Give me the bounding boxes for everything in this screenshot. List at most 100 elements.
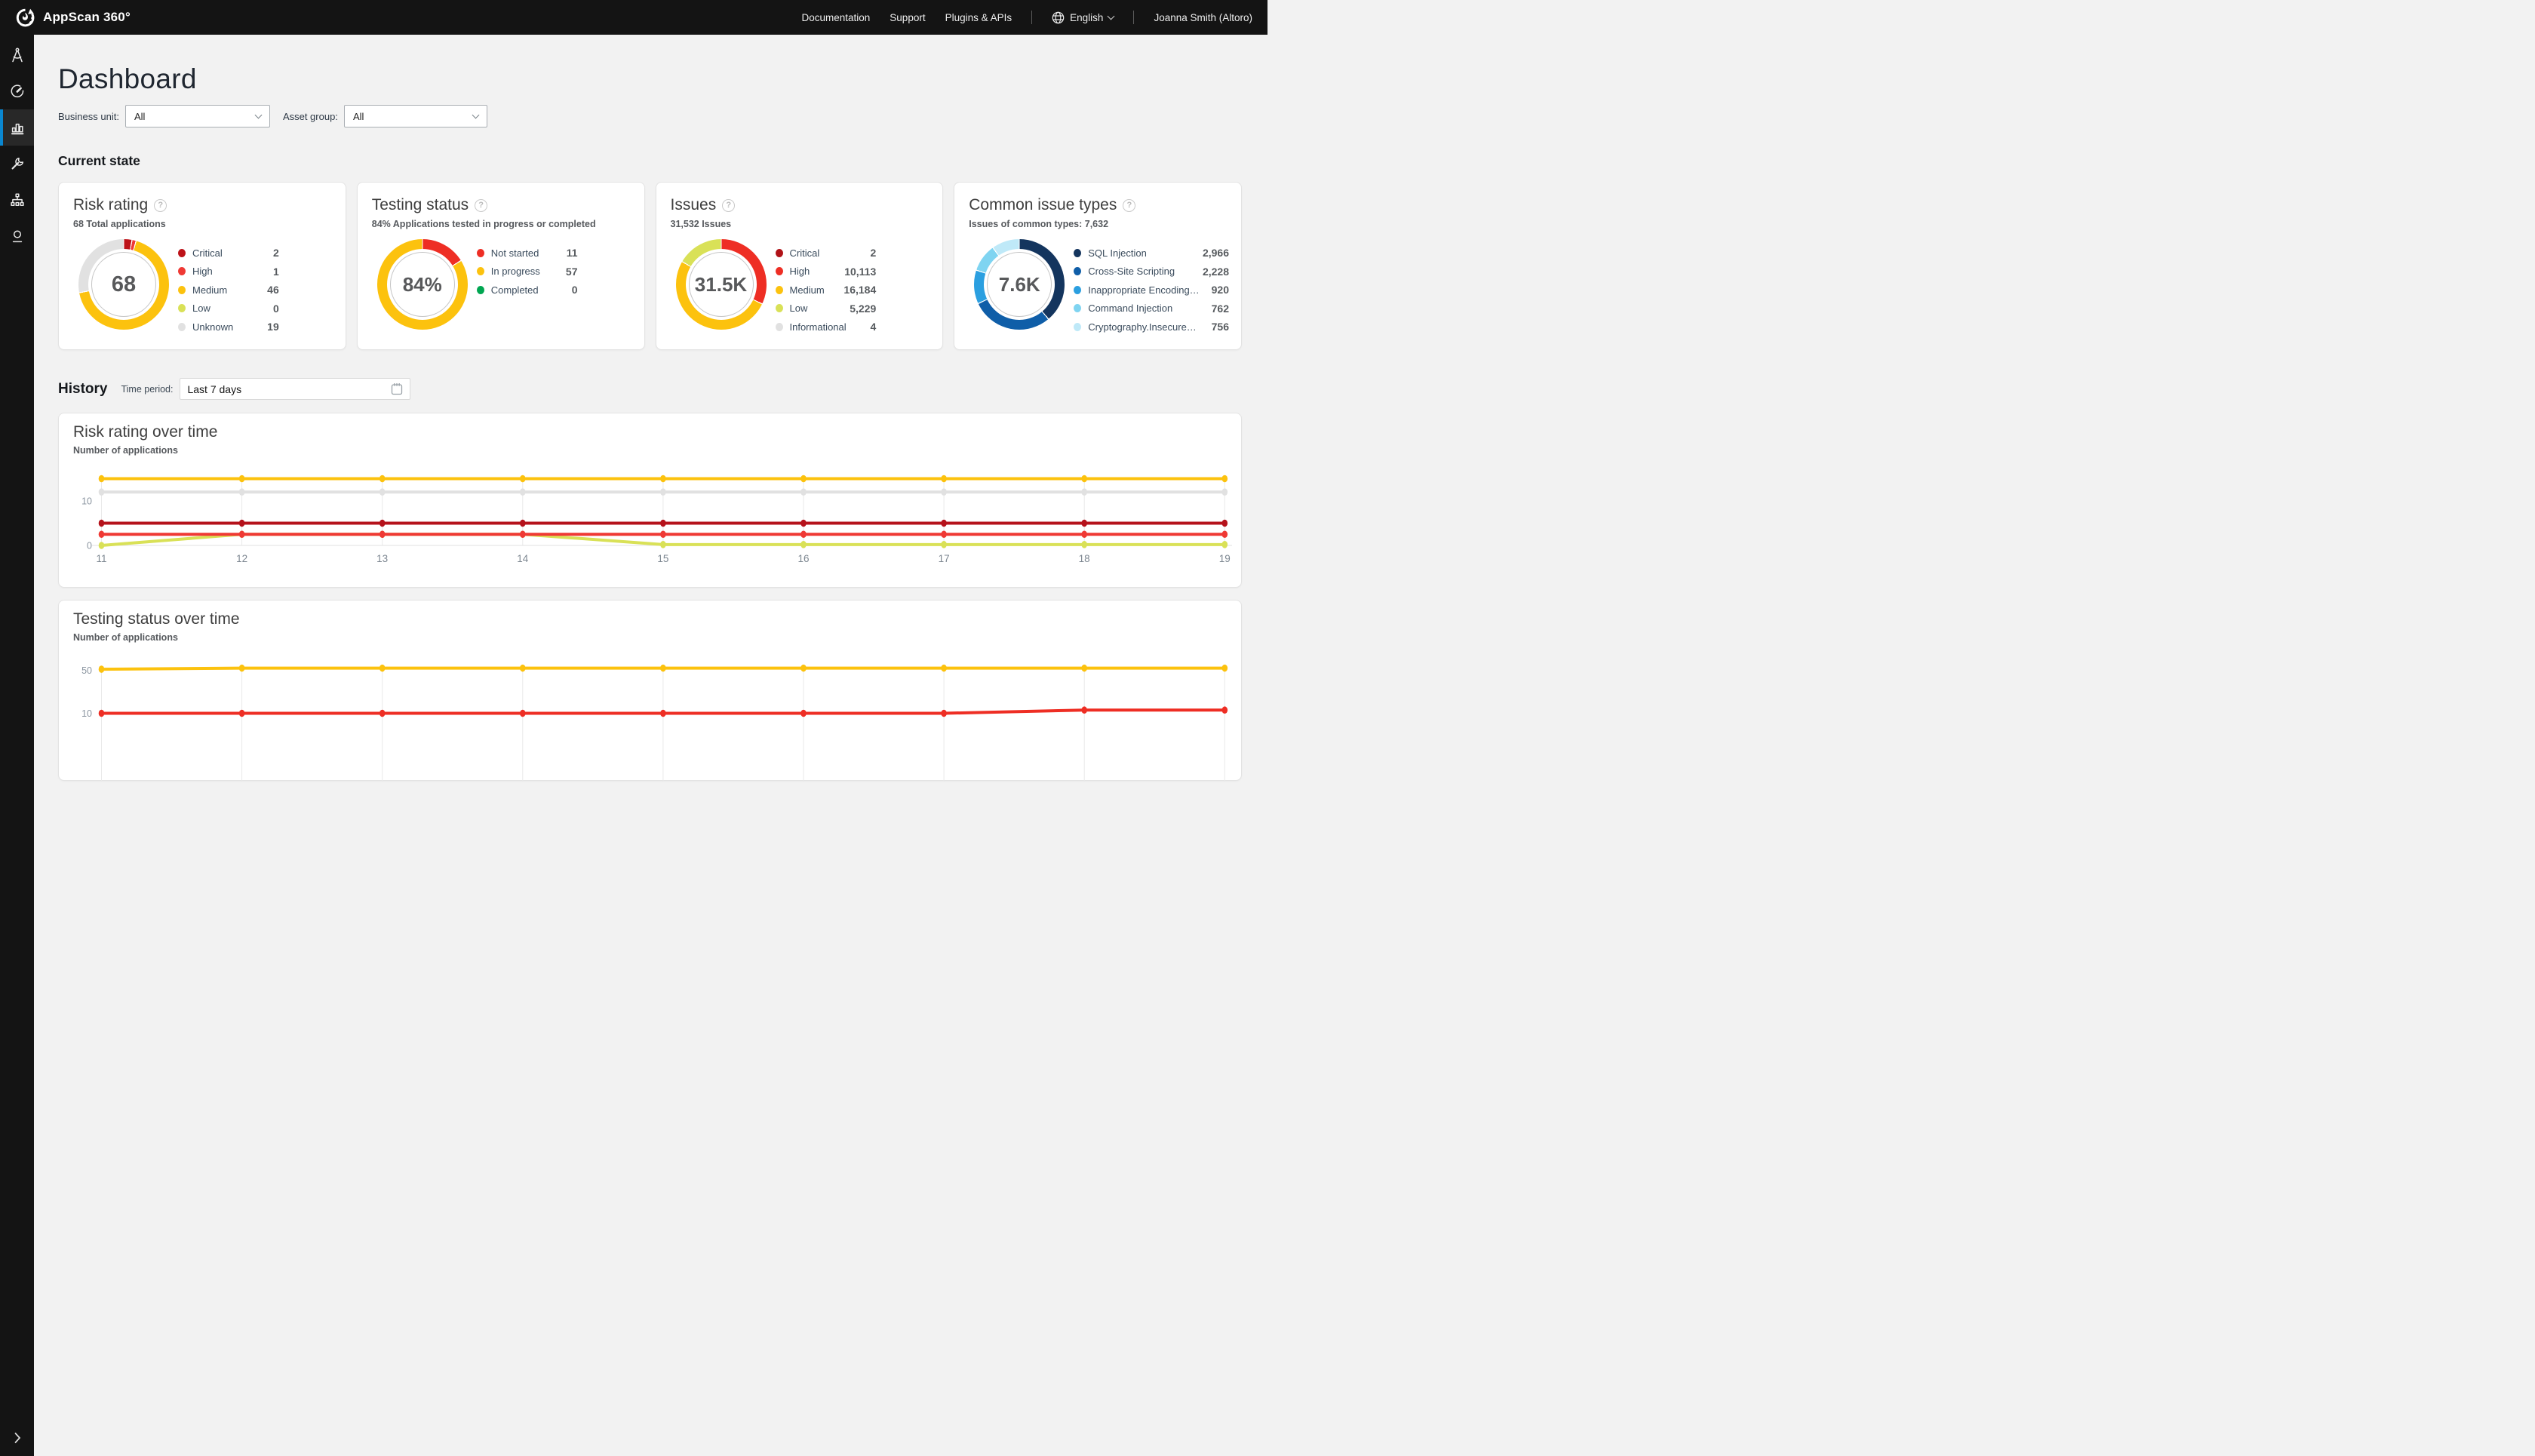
legend-row: Inappropriate Encoding…920 <box>1074 281 1229 299</box>
legend-dot-icon <box>1074 249 1081 257</box>
legend-value: 2,966 <box>1203 247 1229 259</box>
legend-value: 2 <box>870 247 876 259</box>
card-title: Common issue types <box>969 196 1117 214</box>
svg-text:18: 18 <box>1079 553 1090 564</box>
sidebar-item-administration[interactable] <box>0 146 34 182</box>
compass-icon <box>9 47 26 63</box>
testing-status-over-time-card: 1050 Testing status over time Number of … <box>58 600 1242 781</box>
legend-dot-icon <box>1074 286 1081 294</box>
legend-row: Medium46 <box>178 281 279 299</box>
current-state-heading: Current state <box>58 153 1268 169</box>
user-icon <box>9 228 26 244</box>
legend-dot-icon <box>178 323 186 331</box>
legend-value: 11 <box>567 247 578 259</box>
svg-text:50: 50 <box>81 665 92 676</box>
time-period-input[interactable]: Last 7 days <box>180 378 410 400</box>
legend-label: Inappropriate Encoding… <box>1088 284 1205 296</box>
legend-value: 0 <box>572 284 578 296</box>
calendar-icon <box>391 382 403 395</box>
asset-group-select[interactable]: All <box>344 105 487 127</box>
common-issue-types-card: Common issue types ? Issues of common ty… <box>954 182 1242 350</box>
legend-dot-icon <box>776 323 783 331</box>
legend-label: In progress <box>491 266 560 277</box>
legend-dot-icon <box>178 304 186 312</box>
common-issue-types-donut: 7.6K <box>974 239 1065 330</box>
legend-label: Unknown <box>192 321 261 333</box>
help-icon[interactable]: ? <box>475 199 487 212</box>
sidebar-item-scans[interactable] <box>0 73 34 109</box>
sidebar-item-profile[interactable] <box>0 218 34 254</box>
sidebar-item-development[interactable] <box>0 37 34 73</box>
legend-row: Unknown 19 <box>178 318 279 336</box>
time-period-label: Time period: <box>121 384 173 395</box>
sidebar-expand-button[interactable] <box>0 1432 34 1444</box>
risk-rating-over-time-chart: 010111213141516171819 <box>59 413 1241 587</box>
donut-center-value: 7.6K <box>999 273 1040 296</box>
legend-label: Low <box>790 303 844 314</box>
help-icon[interactable]: ? <box>722 199 735 212</box>
card-subtitle: 84% Applications tested in progress or c… <box>372 219 632 229</box>
legend-value: 2 <box>273 247 279 259</box>
legend-row: Command Injection 762 <box>1074 299 1229 318</box>
donut-center-value: 84% <box>403 273 442 296</box>
legend-label: Not started <box>491 247 561 259</box>
issues-donut: 31.5K <box>676 239 767 330</box>
legend-label: High <box>790 266 839 277</box>
sidebar-item-organization[interactable] <box>0 182 34 218</box>
wrench-icon <box>9 155 26 172</box>
svg-text:15: 15 <box>657 553 668 564</box>
legend-row: Critical 2 <box>178 244 279 263</box>
issues-legend: Critical2High10,113Medium16,184Low5,229I… <box>776 244 877 336</box>
svg-text:17: 17 <box>939 553 950 564</box>
legend-value: 5,229 <box>850 303 876 315</box>
svg-text:12: 12 <box>236 553 247 564</box>
legend-row: High10,113 <box>776 263 877 281</box>
nav-plugins-apis[interactable]: Plugins & APIs <box>945 12 1012 23</box>
nav-documentation[interactable]: Documentation <box>801 12 870 23</box>
legend-label: Cryptography.Insecure… <box>1088 321 1205 333</box>
legend-row: Cryptography.Insecure… 756 <box>1074 318 1229 336</box>
svg-text:19: 19 <box>1219 553 1231 564</box>
chart-y-axis-label: Number of applications <box>73 632 178 643</box>
nav-support[interactable]: Support <box>890 12 925 23</box>
top-bar: AppScan 360° Documentation Support Plugi… <box>0 0 1268 35</box>
legend-dot-icon <box>477 249 484 257</box>
chevron-down-icon <box>254 112 262 119</box>
app-name: AppScan 360° <box>43 10 131 25</box>
risk-rating-donut: 68 <box>78 239 169 330</box>
testing-status-card: Testing status ? 84% Applications tested… <box>357 182 645 350</box>
legend-label: SQL Injection <box>1088 247 1197 259</box>
legend-label: Critical <box>192 247 267 259</box>
svg-text:14: 14 <box>517 553 529 564</box>
globe-icon <box>1052 11 1065 24</box>
user-menu[interactable]: Joanna Smith (Altoro) <box>1154 12 1252 23</box>
help-icon[interactable]: ? <box>154 199 167 212</box>
language-selector[interactable]: English <box>1052 11 1114 24</box>
svg-text:10: 10 <box>81 496 92 507</box>
donut-center-value: 31.5K <box>695 273 747 296</box>
legend-label: Command Injection <box>1088 303 1205 314</box>
legend-label: High <box>192 266 267 277</box>
chart-y-axis-label: Number of applications <box>73 445 178 456</box>
risk-rating-legend: Critical2High1Medium46Low0Unknown19 <box>178 244 279 336</box>
legend-value: 1 <box>273 266 279 278</box>
sidebar-item-dashboard[interactable] <box>0 109 34 146</box>
help-icon[interactable]: ? <box>1123 199 1135 212</box>
svg-text:0: 0 <box>87 541 92 551</box>
legend-value: 756 <box>1212 321 1229 333</box>
card-title: Issues <box>671 196 717 214</box>
legend-value: 16,184 <box>843 284 876 296</box>
current-state-cards: Risk rating ? 68 Total applications 68 C… <box>58 182 1242 350</box>
risk-rating-card: Risk rating ? 68 Total applications 68 C… <box>58 182 346 350</box>
legend-dot-icon <box>477 267 484 275</box>
legend-value: 19 <box>267 321 279 333</box>
appscan-logo[interactable]: AppScan 360° <box>15 8 131 28</box>
appscan-logo-icon <box>15 8 35 28</box>
business-unit-select[interactable]: All <box>125 105 270 127</box>
legend-value: 762 <box>1212 303 1229 315</box>
risk-rating-over-time-card: 010111213141516171819 Risk rating over t… <box>58 413 1242 588</box>
donut-center-value: 68 <box>112 272 136 297</box>
legend-dot-icon <box>776 304 783 312</box>
svg-text:11: 11 <box>96 553 106 564</box>
hierarchy-icon <box>9 192 26 208</box>
